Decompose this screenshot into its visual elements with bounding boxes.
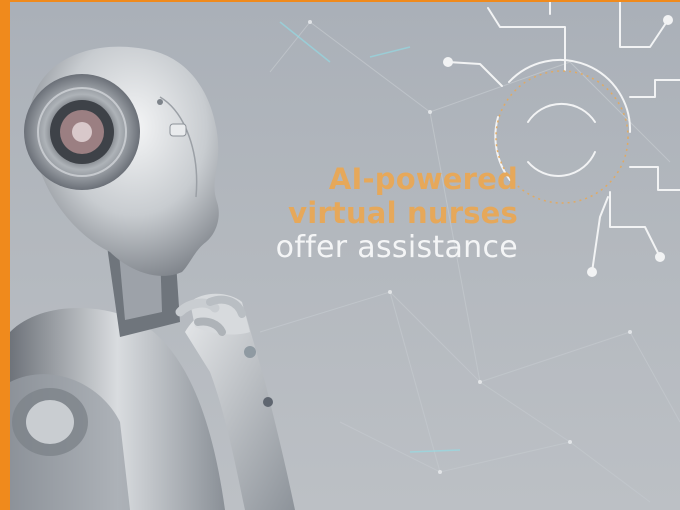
orange-frame: AI-powered virtual nurses offer assistan…	[0, 0, 680, 510]
headline-line-1: AI-powered	[328, 162, 518, 196]
headline-line-3: offer assistance	[275, 230, 518, 265]
hero-panel: AI-powered virtual nurses offer assistan…	[10, 2, 680, 510]
headline-line-2: virtual nurses	[288, 196, 518, 230]
headline: AI-powered virtual nurses offer assistan…	[276, 165, 518, 263]
